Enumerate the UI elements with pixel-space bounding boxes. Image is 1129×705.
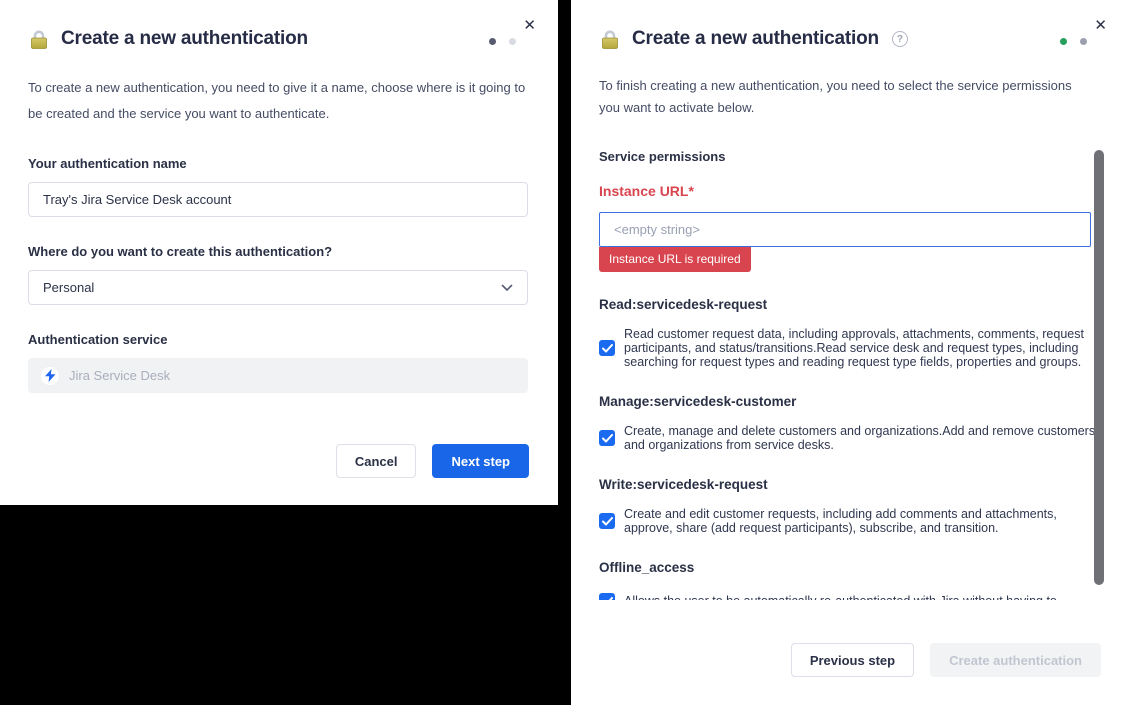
modal-header: Create a new authentication [28,28,530,50]
create-authentication-button[interactable]: Create authentication [930,643,1101,677]
close-icon[interactable]: ✕ [1094,18,1107,33]
validation-error-badge: Instance URL is required [599,247,751,272]
modal-description: To finish creating a new authentication,… [599,75,1096,119]
permission-row: Create, manage and delete customers and … [599,424,1096,452]
checkbox-checked-icon[interactable] [599,340,615,356]
instance-url-input[interactable] [599,212,1091,247]
create-auth-modal-step2: Create a new authentication ? ✕ To finis… [571,0,1129,705]
permission-row: Create and edit customer requests, inclu… [599,507,1096,535]
auth-location-value: Personal [43,280,94,295]
checkbox-checked-icon[interactable] [599,513,615,529]
permission-row: Read customer request data, including ap… [599,327,1096,369]
cancel-button[interactable]: Cancel [336,444,417,478]
auth-service-field: Jira Service Desk [28,358,528,393]
instance-url-label: Instance URL* [599,183,1096,199]
step-dot-active [489,38,496,45]
scrollbar-thumb[interactable] [1094,150,1104,585]
auth-service-label: Authentication service [28,332,530,347]
permission-name: Offline_access [599,560,1096,575]
checkbox-checked-icon[interactable] [599,593,615,600]
auth-service-value: Jira Service Desk [69,368,170,383]
modal-description: To create a new authentication, you need… [28,75,528,127]
next-step-button[interactable]: Next step [432,444,529,478]
auth-location-label: Where do you want to create this authent… [28,244,530,259]
step-dot-active [1080,38,1087,45]
checkbox-checked-icon[interactable] [599,430,615,446]
step-indicator [1060,38,1087,45]
auth-name-input[interactable] [28,182,528,217]
permission-name: Manage:servicedesk-customer [599,394,1096,409]
permission-row: Allows the user to be automatically re-a… [599,593,1096,600]
service-permissions-label: Service permissions [599,149,1096,164]
close-icon[interactable]: ✕ [523,18,536,33]
permission-description: Create, manage and delete customers and … [624,424,1096,452]
help-icon[interactable]: ? [892,31,908,47]
auth-name-label: Your authentication name [28,156,530,171]
permission-name: Write:servicedesk-request [599,477,1096,492]
modal-title: Create a new authentication [632,28,879,50]
auth-location-select[interactable]: Personal [28,270,528,305]
lock-icon [28,28,50,50]
create-auth-modal-step1: Create a new authentication ✕ To create … [0,0,558,505]
lock-icon [599,28,621,50]
permission-description: Read customer request data, including ap… [624,327,1096,369]
step-dot-complete [1060,38,1067,45]
chevron-down-icon [501,284,513,292]
step-indicator [489,38,516,45]
permissions-scroll-area: Service permissions Instance URL* Instan… [599,140,1096,600]
permission-description: Allows the user to be automatically re-a… [624,594,1057,600]
step-dot-inactive [509,38,516,45]
jira-service-desk-icon [41,367,59,385]
permission-description: Create and edit customer requests, inclu… [624,507,1096,535]
previous-step-button[interactable]: Previous step [791,643,914,677]
permission-name: Read:servicedesk-request [599,297,1096,312]
modal-header: Create a new authentication ? [599,28,1101,50]
modal-title: Create a new authentication [61,28,308,50]
